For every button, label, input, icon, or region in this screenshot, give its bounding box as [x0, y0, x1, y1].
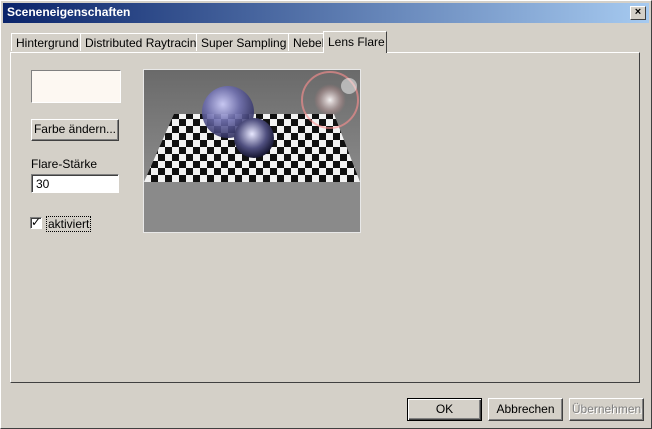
apply-button[interactable]: Übernehmen	[569, 398, 644, 421]
cancel-label: Abbrechen	[496, 402, 555, 416]
flare-color-swatch	[31, 70, 121, 103]
change-color-button[interactable]: Farbe ändern...	[31, 119, 119, 141]
flare-strength-label: Flare-Stärke	[31, 157, 98, 171]
tab-label: Super Sampling	[201, 36, 287, 50]
ok-button[interactable]: OK	[407, 398, 482, 421]
cancel-button[interactable]: Abbrechen	[488, 398, 563, 421]
tab-nebel[interactable]: Nebel	[288, 33, 325, 51]
tab-label: Lens Flare	[328, 35, 385, 49]
tab-hintergrund[interactable]: Hintergrund	[11, 33, 81, 51]
tab-distributed-raytracing[interactable]: Distributed Raytracing	[80, 33, 203, 51]
close-icon: ×	[634, 6, 642, 18]
ok-label: OK	[435, 402, 454, 416]
tab-label: Distributed Raytracing	[85, 36, 204, 50]
lens-flare-panel: Farbe ändern... Flare-Stärke 30 ✓ aktivi…	[10, 52, 640, 383]
flare-strength-value: 30	[36, 177, 50, 191]
enabled-checkbox[interactable]: ✓	[30, 215, 42, 229]
flare-strength-input[interactable]: 30	[31, 174, 119, 193]
enabled-label[interactable]: aktiviert	[46, 216, 92, 232]
change-color-label: Farbe ändern...	[33, 122, 117, 136]
tab-label: Nebel	[293, 36, 325, 50]
tab-lens-flare[interactable]: Lens Flare	[323, 31, 387, 53]
window-title: Sceneneigenschaften	[7, 5, 131, 19]
checkmark-icon: ✓	[31, 215, 42, 229]
title-bar[interactable]: Sceneneigenschaften ×	[3, 3, 649, 23]
apply-label: Übernehmen	[571, 402, 642, 416]
dialog-window: Sceneneigenschaften × Hintergrund Distri…	[0, 0, 652, 429]
tab-super-sampling[interactable]: Super Sampling	[196, 33, 289, 51]
render-preview-image	[143, 69, 361, 233]
tab-label: Hintergrund	[16, 36, 79, 50]
close-button[interactable]: ×	[630, 6, 646, 20]
